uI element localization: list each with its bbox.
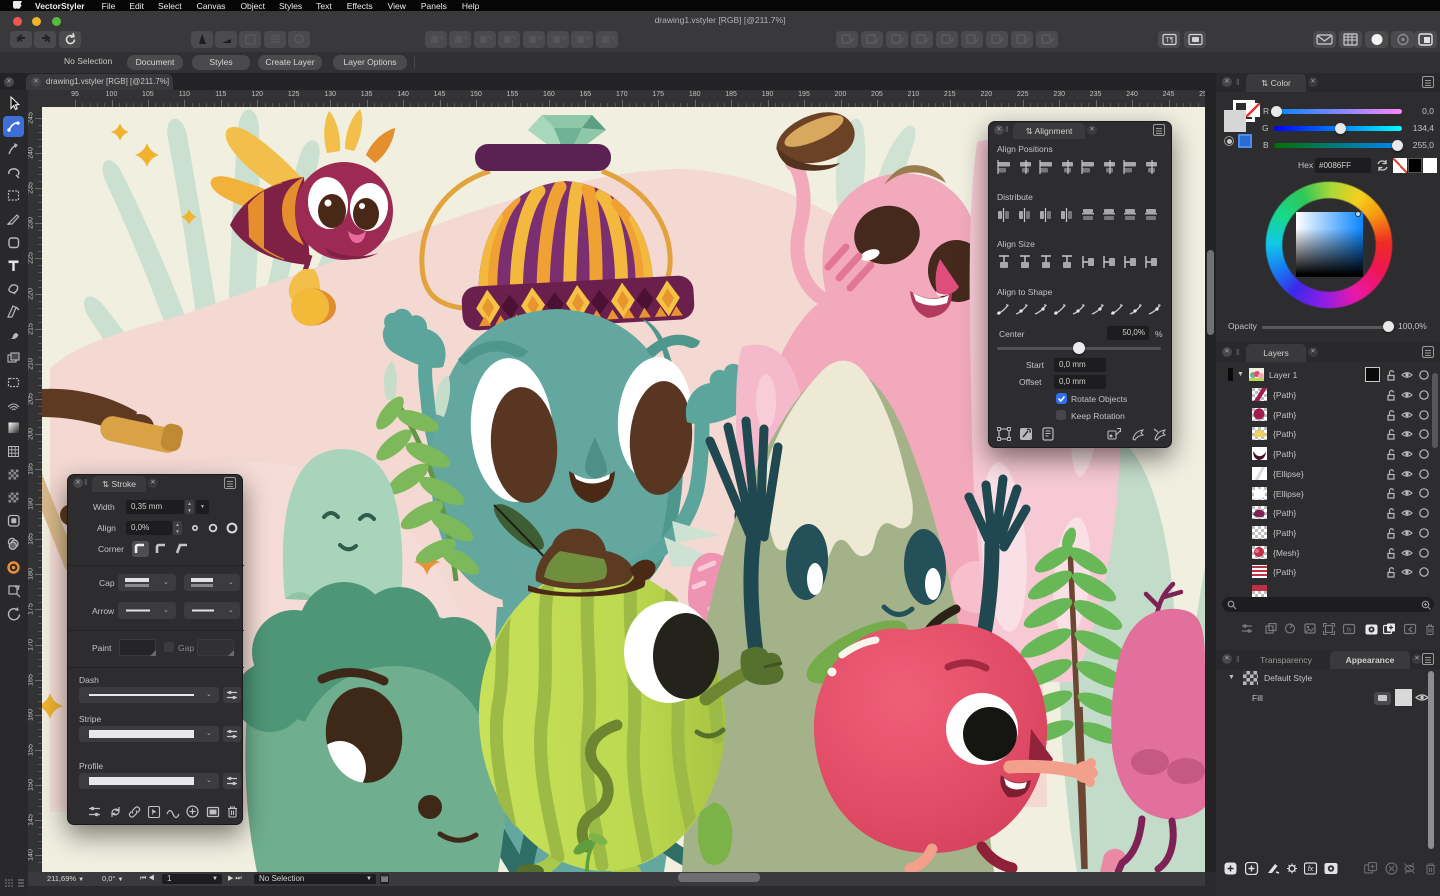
svg-text:fx: fx [1308,866,1314,873]
svg-text:T¶: T¶ [1165,37,1173,44]
svg-text:fx: fx [1346,627,1352,634]
